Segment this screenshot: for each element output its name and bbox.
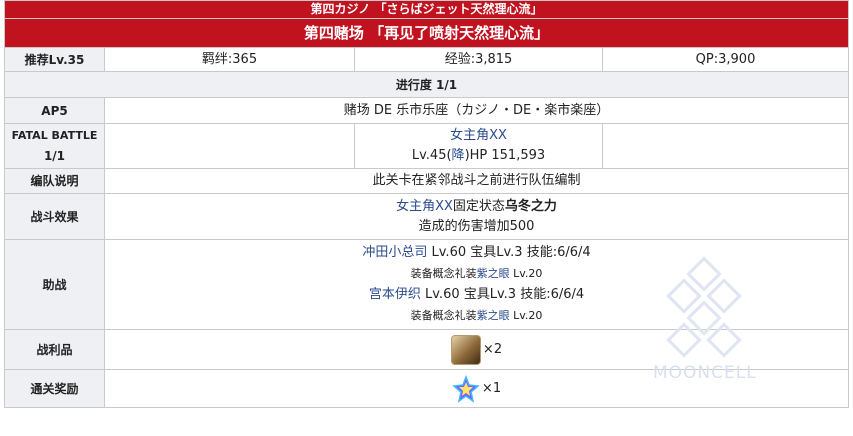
- enemy-slot-empty-left: [104, 123, 355, 169]
- support-servant-2-link[interactable]: 宫本伊织: [369, 287, 421, 302]
- effect-servant-link[interactable]: 女主角XX: [396, 199, 453, 214]
- quest-title-japanese: 第四カジノ 「さらばジェット天然理心流」: [3, 0, 850, 19]
- ap-cost: AP5: [4, 97, 105, 124]
- support-list: 冲田小总司 Lv.60 宝具Lv.3 技能:6/6/4 装备概念礼装紫之眼 Lv…: [103, 239, 850, 330]
- quest-title-chinese: 第四赌场 「再见了喷射天然理心流」: [3, 18, 850, 48]
- support-servant-1-link[interactable]: 冲田小总司: [362, 245, 427, 260]
- support-ce-1-link[interactable]: 紫之眼: [477, 267, 510, 280]
- exp-points: 经验:3,815: [354, 47, 603, 72]
- bond-points: 羁绊:365: [104, 47, 355, 72]
- drops-count: ×2: [482, 341, 503, 357]
- enemy-name-link[interactable]: 女主角XX: [450, 128, 507, 143]
- formation-text: 此关卡在紧邻战斗之前进行队伍编制: [103, 168, 850, 194]
- clear-reward-content: ×1: [103, 369, 850, 408]
- enemy-stats: Lv.45(降)HP 151,593: [411, 148, 546, 163]
- clear-reward-count: ×1: [481, 380, 502, 396]
- enemy-slot-empty-right: [601, 123, 850, 169]
- enemy-class-link[interactable]: 降: [452, 148, 465, 163]
- qp-reward: QP:3,900: [601, 47, 850, 72]
- progress-header: 进行度 1/1: [3, 71, 850, 98]
- fatal-battle-title: FATAL BATTLE: [11, 129, 98, 142]
- quest-table: 第四カジノ 「さらばジェット天然理心流」 第四赌场 「再见了喷射天然理心流」 推…: [3, 0, 850, 408]
- quest-info-panel: 第四カジノ 「さらばジェット天然理心流」 第四赌场 「再见了喷射天然理心流」 推…: [3, 0, 850, 408]
- clear-reward-label: 通关奖励: [4, 369, 105, 408]
- effect-buff-name: 乌冬之力: [504, 198, 557, 214]
- fatal-battle-label: FATAL BATTLE 1/1: [4, 123, 105, 169]
- drops-label: 战利品: [4, 329, 105, 370]
- fatal-battle-wave: 1/1: [43, 149, 66, 163]
- formation-label: 编队说明: [4, 168, 105, 194]
- battle-effect-content: 女主角XX固定状态乌冬之力 造成的伤害增加500: [103, 193, 850, 240]
- effect-description: 造成的伤害增加500: [418, 218, 535, 234]
- battle-location: 赌场 DE 乐市乐座（カジノ・DE・楽市楽座）: [103, 97, 850, 124]
- drops-content: ×2: [103, 329, 850, 370]
- material-item-icon[interactable]: [450, 334, 481, 365]
- enemy-slot: 女主角XX Lv.45(降)HP 151,593: [354, 123, 603, 169]
- support-ce-2-link[interactable]: 紫之眼: [477, 309, 510, 322]
- saint-quartz-icon[interactable]: [452, 374, 480, 403]
- recommended-level: 推荐Lv.35: [4, 47, 105, 72]
- battle-effect-label: 战斗效果: [4, 193, 105, 240]
- support-label: 助战: [4, 239, 105, 330]
